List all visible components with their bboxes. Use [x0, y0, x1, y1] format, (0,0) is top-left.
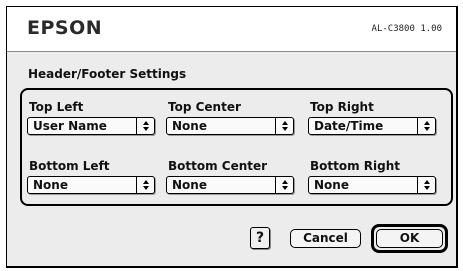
top-left-label: Top Left — [29, 100, 84, 114]
up-down-arrows-icon — [417, 118, 435, 134]
up-down-arrows-icon — [136, 177, 154, 193]
top-left-popup[interactable]: User Name — [27, 117, 155, 135]
top-center-label: Top Center — [168, 100, 241, 114]
up-down-arrows-icon — [275, 177, 293, 193]
settings-group: Top Left User Name Top Center None Top R… — [20, 88, 453, 206]
help-button[interactable]: ? — [250, 227, 270, 249]
brand-header: EPSON AL-C3800 1.00 — [7, 7, 456, 52]
bottom-left-value: None — [33, 178, 68, 192]
top-center-popup[interactable]: None — [166, 117, 294, 135]
bottom-center-popup[interactable]: None — [166, 176, 294, 194]
bottom-center-value: None — [172, 178, 207, 192]
top-right-popup[interactable]: Date/Time — [308, 117, 436, 135]
bottom-left-popup[interactable]: None — [27, 176, 155, 194]
section-title: Header/Footer Settings — [28, 67, 187, 81]
header-footer-dialog: EPSON AL-C3800 1.00 Header/Footer Settin… — [6, 6, 458, 268]
bottom-center-label: Bottom Center — [168, 159, 268, 173]
cancel-button[interactable]: Cancel — [290, 229, 361, 248]
top-left-value: User Name — [33, 119, 107, 133]
bottom-right-label: Bottom Right — [310, 159, 401, 173]
top-right-label: Top Right — [310, 100, 374, 114]
top-right-value: Date/Time — [314, 119, 384, 133]
ok-button[interactable]: OK — [376, 229, 443, 248]
model-version: AL-C3800 1.00 — [371, 24, 442, 34]
bottom-right-popup[interactable]: None — [308, 176, 436, 194]
epson-logo: EPSON — [27, 17, 103, 39]
up-down-arrows-icon — [275, 118, 293, 134]
top-center-value: None — [172, 119, 207, 133]
bottom-left-label: Bottom Left — [29, 159, 110, 173]
up-down-arrows-icon — [417, 177, 435, 193]
up-down-arrows-icon — [136, 118, 154, 134]
bottom-right-value: None — [314, 178, 349, 192]
